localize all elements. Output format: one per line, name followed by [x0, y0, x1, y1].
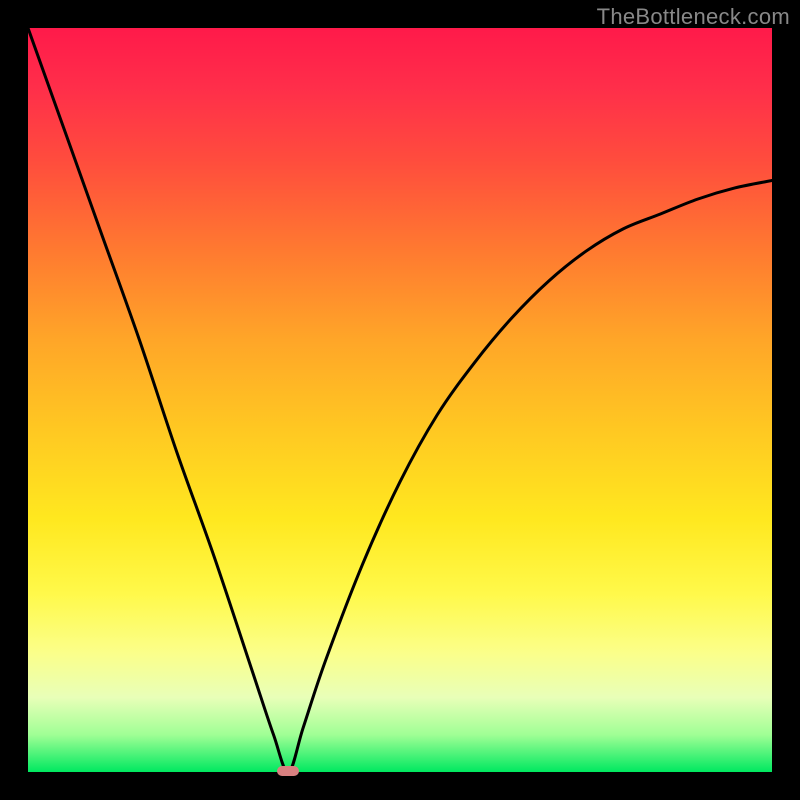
- watermark-text: TheBottleneck.com: [597, 4, 790, 30]
- chart-gradient-background: [28, 28, 772, 772]
- minimum-marker: [277, 766, 299, 776]
- chart-plot-area: [28, 28, 772, 772]
